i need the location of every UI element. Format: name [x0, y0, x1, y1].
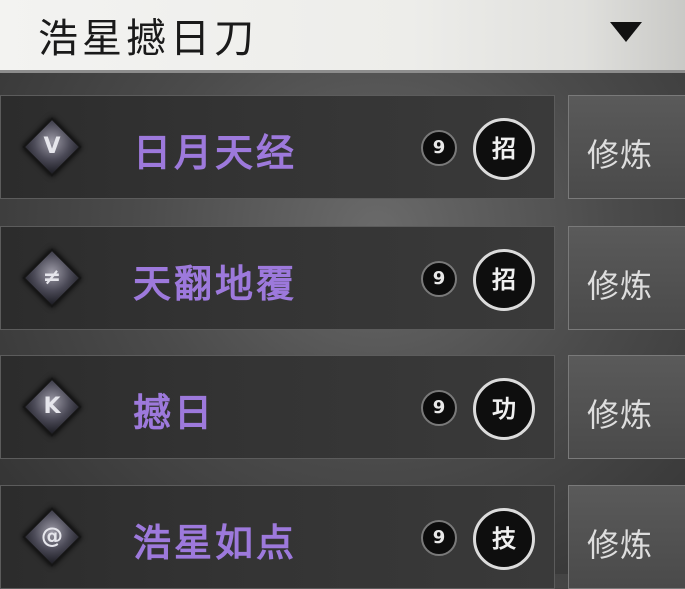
skill-type-badge: 技: [473, 508, 535, 570]
skill-set-title: 浩星撼日刀: [38, 16, 258, 62]
skill-count-badge: 9: [421, 390, 457, 426]
practice-button[interactable]: 修炼: [568, 355, 685, 459]
skill-type-badge: 招: [473, 118, 535, 180]
practice-button[interactable]: 修炼: [568, 95, 685, 199]
skill-count-badge: 9: [421, 130, 457, 166]
skill-name: 浩星如点: [133, 521, 298, 565]
skill-name: 日月天经: [133, 131, 298, 175]
practice-button-label: 修炼: [587, 136, 654, 174]
sword-sigil-icon: K: [22, 377, 82, 437]
dropdown-arrow-icon[interactable]: [610, 22, 642, 42]
practice-button[interactable]: 修炼: [568, 485, 685, 589]
skill-row[interactable]: ≠ 天翻地覆 9 招: [0, 226, 555, 330]
swirl-sigil-icon: @: [22, 507, 82, 567]
skill-type-badge: 招: [473, 249, 535, 311]
cracked-sigil-icon: V: [22, 117, 82, 177]
practice-button-label: 修炼: [587, 526, 654, 564]
skill-row[interactable]: @ 浩星如点 9 技: [0, 485, 555, 589]
practice-button[interactable]: 修炼: [568, 226, 685, 330]
practice-button-label: 修炼: [587, 396, 654, 434]
skill-name: 撼日: [133, 391, 216, 435]
practice-button-label: 修炼: [587, 267, 654, 305]
skill-row[interactable]: K 撼日 9 功: [0, 355, 555, 459]
slash-sigil-icon: ≠: [22, 248, 82, 308]
skill-row[interactable]: V 日月天经 9 招: [0, 95, 555, 199]
skill-count-badge: 9: [421, 261, 457, 297]
skill-set-dropdown[interactable]: 浩星撼日刀: [0, 0, 685, 73]
skill-count-badge: 9: [421, 520, 457, 556]
skill-type-badge: 功: [473, 378, 535, 440]
skill-name: 天翻地覆: [133, 262, 298, 306]
